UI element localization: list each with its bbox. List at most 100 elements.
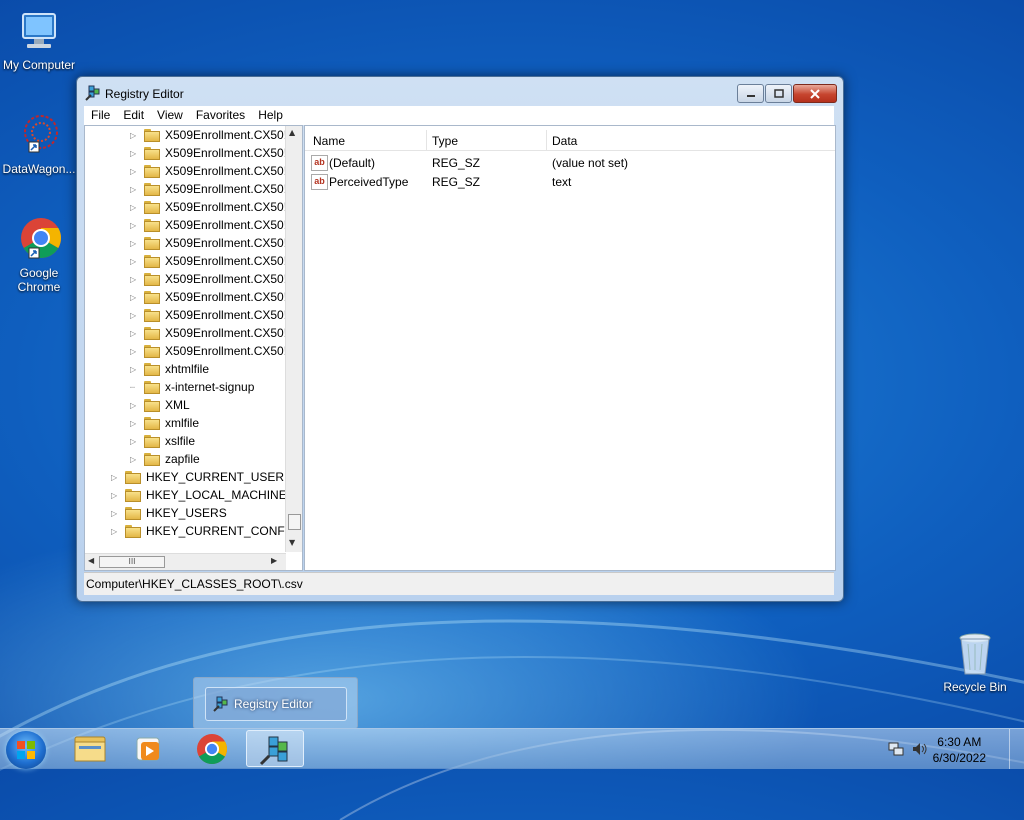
tree-item[interactable]: ▷ X509Enrollment.CX50! bbox=[130, 180, 287, 198]
list-item[interactable]: ab (Default) REG_SZ (value not set) bbox=[305, 153, 835, 172]
show-desktop-button[interactable] bbox=[1009, 729, 1024, 769]
expand-arrow-icon[interactable]: ▷ bbox=[111, 527, 121, 536]
expand-arrow-icon[interactable]: ▷ bbox=[130, 203, 140, 212]
tree-item[interactable]: ▷ X509Enrollment.CX50! bbox=[130, 216, 287, 234]
tree-item[interactable]: ▷ X509Enrollment.CX50! bbox=[130, 126, 287, 144]
expand-arrow-icon[interactable]: ▷ bbox=[130, 149, 140, 158]
title-bar[interactable]: Registry Editor bbox=[77, 77, 843, 107]
tree-item-label: X509Enrollment.CX50! bbox=[165, 308, 288, 322]
tree-item-label: X509Enrollment.CX50! bbox=[165, 218, 288, 232]
scroll-right-icon[interactable]: ▶ bbox=[271, 556, 277, 565]
expand-arrow-icon[interactable]: ▷ bbox=[130, 347, 140, 356]
tree-item[interactable]: ▷ xhtmlfile bbox=[130, 360, 209, 378]
string-value-icon: ab bbox=[311, 174, 328, 190]
expand-arrow-icon[interactable]: ▷ bbox=[130, 257, 140, 266]
status-bar: Computer\HKEY_CLASSES_ROOT\.csv bbox=[84, 572, 834, 595]
expand-arrow-icon[interactable]: ▷ bbox=[130, 311, 140, 320]
tree-item-label: HKEY_CURRENT_USER bbox=[146, 470, 285, 484]
clock-date: 6/30/2022 bbox=[932, 751, 986, 765]
tree-item[interactable]: ▷ X509Enrollment.CX50! bbox=[130, 162, 287, 180]
tree-item[interactable]: ▷ HKEY_CURRENT_CONFIG bbox=[111, 522, 297, 540]
desktop-icon-recycle-bin[interactable]: Recycle Bin bbox=[936, 630, 1014, 694]
expand-arrow-icon[interactable]: ▷ bbox=[111, 509, 121, 518]
menu-help[interactable]: Help bbox=[251, 106, 289, 125]
tree-item[interactable]: ▷ X509Enrollment.CX50! bbox=[130, 306, 287, 324]
desktop-icon-google-chrome[interactable]: Google Chrome bbox=[0, 216, 78, 294]
column-header-type[interactable]: Type bbox=[432, 134, 458, 148]
menu-view[interactable]: View bbox=[150, 106, 189, 125]
value-data: (value not set) bbox=[552, 156, 629, 170]
desktop-icon-my-computer[interactable]: My Computer bbox=[0, 8, 78, 72]
desktop-icon-label: Recycle Bin bbox=[943, 680, 1007, 694]
tree-item[interactable]: ▷ X509Enrollment.CX50! bbox=[130, 252, 287, 270]
desktop-icon-datawagon[interactable]: DataWagon... bbox=[0, 112, 78, 176]
expand-arrow-icon[interactable]: ▷ bbox=[130, 365, 140, 374]
folder-icon bbox=[144, 398, 160, 412]
tree-vertical-scrollbar[interactable]: ▲ ▼ bbox=[285, 126, 302, 552]
expand-arrow-icon[interactable]: ▷ bbox=[130, 221, 140, 230]
expand-arrow-icon[interactable]: ▷ bbox=[111, 491, 121, 500]
clock[interactable]: 6:30 AM 6/30/2022 bbox=[933, 734, 986, 766]
expand-arrow-icon[interactable]: ▷ bbox=[111, 473, 121, 482]
tree-item-label: zapfile bbox=[165, 452, 200, 466]
tree-item[interactable]: ▷ X509Enrollment.CX50! bbox=[130, 234, 287, 252]
list-header: Name Type Data bbox=[305, 130, 835, 151]
expand-arrow-icon[interactable]: ▷ bbox=[130, 419, 140, 428]
desktop-icon-label: DataWagon... bbox=[2, 162, 76, 176]
menu-edit[interactable]: Edit bbox=[116, 106, 150, 125]
expand-arrow-icon[interactable]: ▷ bbox=[130, 455, 140, 464]
close-button[interactable] bbox=[793, 84, 837, 103]
taskbar-chrome-button[interactable] bbox=[184, 730, 242, 767]
tree-item[interactable]: ▷ HKEY_CURRENT_USER bbox=[111, 468, 284, 486]
tree-item[interactable]: ▷ HKEY_USERS bbox=[111, 504, 227, 522]
scroll-left-icon[interactable]: ◀ bbox=[88, 556, 94, 565]
tree-item[interactable]: ▷ XML bbox=[130, 396, 190, 414]
list-item[interactable]: ab PerceivedType REG_SZ text bbox=[305, 172, 835, 191]
menu-favorites[interactable]: Favorites bbox=[189, 106, 251, 125]
tree-item[interactable]: ▷ xslfile bbox=[130, 432, 195, 450]
volume-icon[interactable] bbox=[912, 742, 928, 756]
taskbar-media-player-button[interactable] bbox=[121, 730, 179, 767]
tree-item[interactable]: ▷ X509Enrollment.CX50! bbox=[130, 270, 287, 288]
expand-arrow-icon[interactable]: ▷ bbox=[130, 437, 140, 446]
string-value-icon: ab bbox=[311, 155, 328, 171]
taskbar-explorer-button[interactable] bbox=[61, 730, 119, 767]
tree-item[interactable]: ▷ xmlfile bbox=[130, 414, 199, 432]
tree-item[interactable]: ▷ zapfile bbox=[130, 450, 200, 468]
scroll-down-icon[interactable]: ▼ bbox=[289, 538, 295, 547]
registry-key-tree[interactable]: ▷ HKEY_CURRENT_CONFIG ▷ HKEY_USERS ▷ HKEY_LOC… bbox=[84, 125, 303, 571]
start-button[interactable] bbox=[6, 731, 46, 769]
tree-item[interactable]: ▷ X509Enrollment.CX50! bbox=[130, 288, 287, 306]
menu-file[interactable]: File bbox=[84, 106, 116, 125]
tree-item[interactable]: ▷ HKEY_LOCAL_MACHINE bbox=[111, 486, 287, 504]
tree-item[interactable]: ▷ X509Enrollment.CX50! bbox=[130, 144, 287, 162]
expand-arrow-icon[interactable]: ▷ bbox=[130, 185, 140, 194]
tree-item[interactable]: ▷ X509Enrollment.CX50! bbox=[130, 324, 287, 342]
tree-item[interactable]: ▷ X509Enrollment.CX50! bbox=[130, 198, 287, 216]
scroll-up-icon[interactable]: ▲ bbox=[289, 128, 295, 137]
expand-arrow-icon[interactable]: ▷ bbox=[130, 239, 140, 248]
expand-arrow-icon[interactable]: ▷ bbox=[130, 329, 140, 338]
minimize-button[interactable] bbox=[737, 84, 764, 103]
folder-icon bbox=[125, 524, 141, 538]
maximize-button[interactable] bbox=[765, 84, 792, 103]
expand-arrow-icon[interactable]: ▷ bbox=[130, 293, 140, 302]
folder-icon bbox=[144, 380, 160, 394]
tree-item[interactable]: ┈ x-internet-signup bbox=[130, 378, 254, 396]
expand-arrow-icon[interactable]: ▷ bbox=[130, 401, 140, 410]
scroll-thumb[interactable]: III bbox=[99, 556, 165, 568]
registry-values-list[interactable]: Name Type Data ab (Default) REG_SZ (valu… bbox=[304, 125, 836, 571]
expand-arrow-icon[interactable]: ▷ bbox=[130, 167, 140, 176]
tree-item[interactable]: ▷ X509Enrollment.CX50! bbox=[130, 342, 287, 360]
registry-editor-icon bbox=[259, 736, 288, 766]
folder-icon bbox=[144, 452, 160, 466]
network-icon[interactable] bbox=[888, 742, 904, 756]
tree-horizontal-scrollbar[interactable]: ◀ III ▶ bbox=[85, 553, 286, 570]
expand-arrow-icon[interactable]: ▷ bbox=[130, 275, 140, 284]
column-header-data[interactable]: Data bbox=[552, 134, 577, 148]
taskbar-thumbnail-preview[interactable]: Registry Editor bbox=[193, 677, 358, 729]
expand-arrow-icon[interactable]: ▷ bbox=[130, 131, 140, 140]
column-header-name[interactable]: Name bbox=[313, 134, 345, 148]
scroll-thumb[interactable] bbox=[288, 514, 301, 530]
taskbar-registry-editor-button[interactable] bbox=[246, 730, 304, 767]
